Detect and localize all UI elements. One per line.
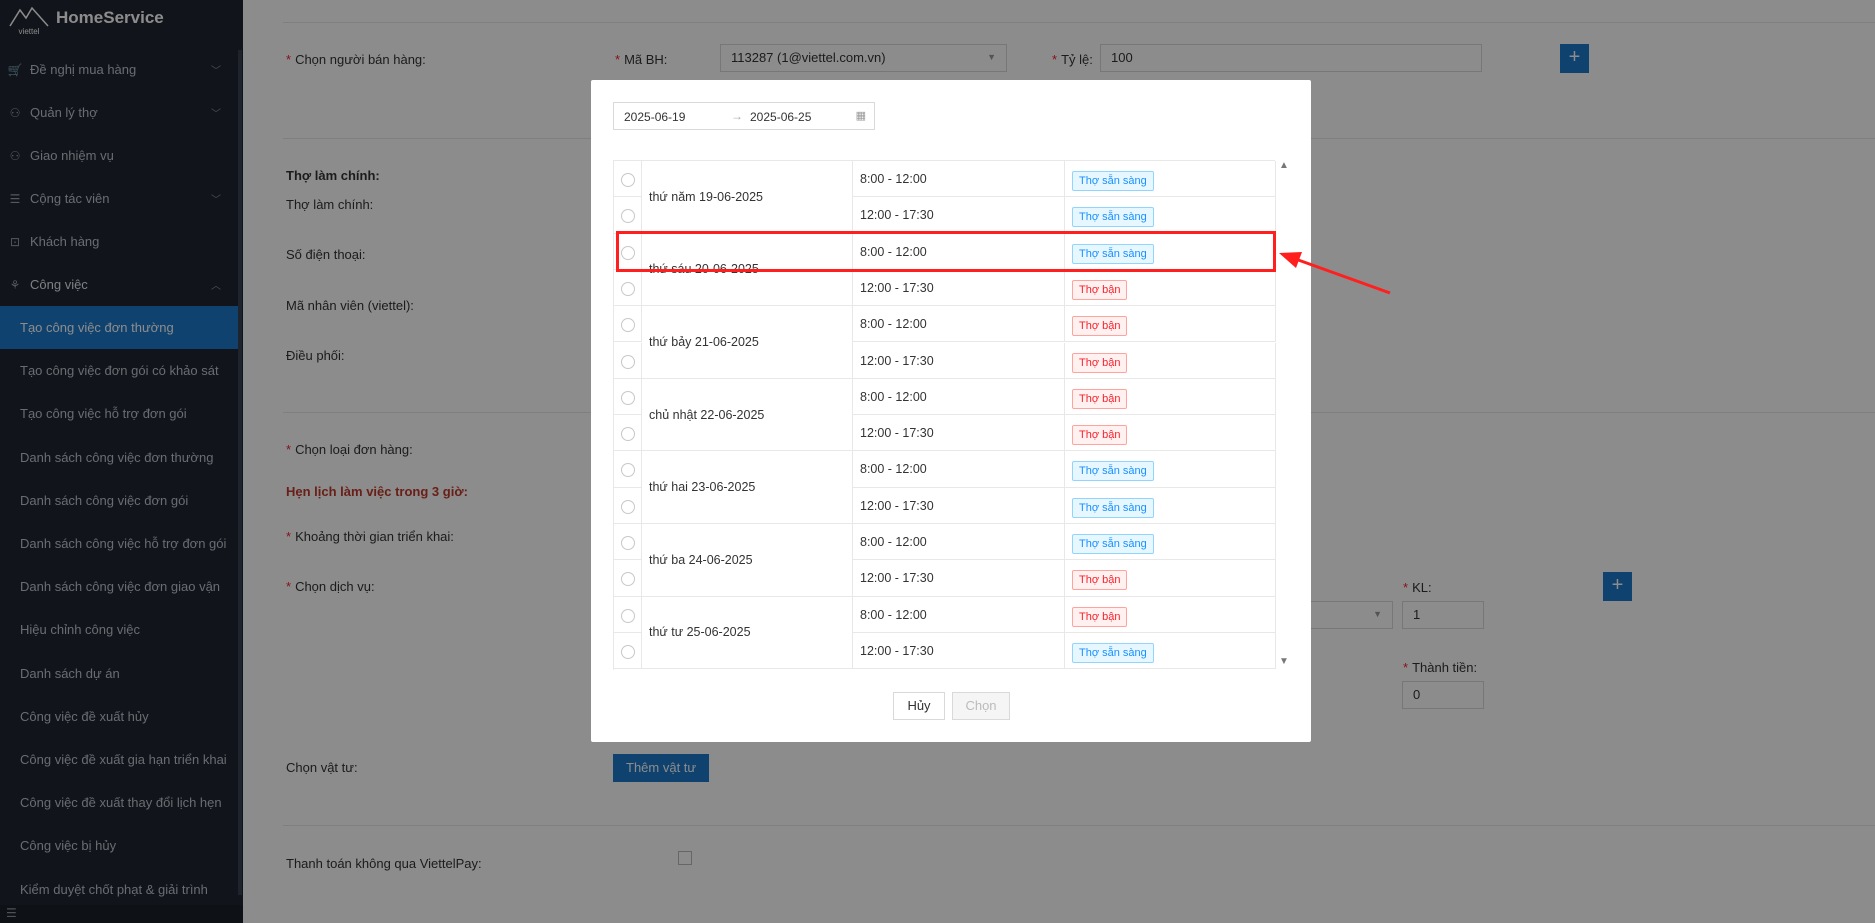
slot-radio[interactable]: [621, 281, 635, 296]
slot-status-cell: Thợ bận: [1065, 378, 1276, 416]
date-to[interactable]: 2025-06-25: [750, 110, 811, 124]
slot-radio[interactable]: [621, 390, 635, 405]
status-badge: Thợ sẵn sàng: [1072, 171, 1154, 191]
calendar-icon: ▦: [855, 110, 866, 122]
slot-radio[interactable]: [621, 209, 635, 224]
day-cell: thứ ba 24-06-2025: [642, 524, 853, 597]
status-badge: Thợ sẵn sàng: [1072, 461, 1154, 482]
slot-radio[interactable]: [621, 499, 635, 514]
status-badge: Thợ sẵn sàng: [1072, 534, 1154, 554]
date-separator: →: [731, 109, 743, 123]
choose-button[interactable]: Chọn: [952, 692, 1010, 720]
date-from[interactable]: 2025-06-19: [624, 110, 685, 124]
slot-status-cell: Thợ bận: [1065, 415, 1276, 452]
scroll-up-arrow-icon[interactable]: ▲: [1279, 160, 1289, 171]
slot-status-cell: Thợ sẵn sàng: [1065, 524, 1276, 561]
scroll-down-arrow-icon[interactable]: ▼: [1279, 656, 1289, 667]
slot-time: 12:00 - 17:30: [853, 269, 1065, 307]
slot-time: 12:00 - 17:30: [853, 197, 1065, 234]
slot-radio[interactable]: [621, 536, 635, 550]
slot-time: 8:00 - 12:00: [853, 306, 1065, 343]
slot-radio-cell: [614, 269, 642, 307]
slot-radio-cell: [614, 415, 642, 452]
slot-radio[interactable]: [621, 354, 635, 369]
slot-time: 8:00 - 12:00: [853, 161, 1065, 198]
slot-time: 12:00 - 17:30: [853, 487, 1065, 524]
slot-radio[interactable]: [621, 644, 635, 659]
slot-status-cell: Thợ sẵn sàng: [1065, 632, 1276, 670]
slot-radio-cell: [614, 197, 642, 234]
status-badge: Thợ bận: [1072, 279, 1128, 300]
date-range-picker[interactable]: 2025-06-19 → 2025-06-25 ▦: [613, 102, 875, 130]
slot-status-cell: Thợ sẵn sàng: [1065, 161, 1276, 198]
slot-radio-cell: [614, 451, 642, 488]
slot-radio-cell: [614, 632, 642, 670]
slot-time: 8:00 - 12:00: [853, 378, 1065, 416]
slot-status-cell: Thợ bận: [1065, 306, 1276, 343]
slot-time: 8:00 - 12:00: [853, 451, 1065, 488]
status-badge: Thợ sẵn sàng: [1072, 642, 1154, 663]
day-cell: thứ tư 25-06-2025: [642, 596, 853, 670]
slot-status-cell: Thợ sẵn sàng: [1065, 197, 1276, 234]
slot-radio[interactable]: [621, 463, 635, 478]
status-badge: Thợ bận: [1072, 606, 1128, 627]
slot-status-cell: Thợ bận: [1065, 596, 1276, 633]
status-badge: Thợ bận: [1072, 352, 1128, 373]
slot-time: 12:00 - 17:30: [853, 415, 1065, 452]
status-badge: Thợ bận: [1072, 425, 1128, 446]
slot-status-cell: Thợ sẵn sàng: [1065, 487, 1276, 524]
status-badge: Thợ bận: [1072, 316, 1128, 337]
slot-radio[interactable]: [621, 572, 635, 587]
status-badge: Thợ sẵn sàng: [1072, 497, 1154, 518]
slot-radio[interactable]: [621, 608, 635, 623]
slot-radio-cell: [614, 487, 642, 524]
slot-radio[interactable]: [621, 173, 635, 187]
slot-status-cell: Thợ sẵn sàng: [1065, 451, 1276, 488]
slot-time: 12:00 - 17:30: [853, 342, 1065, 379]
slot-radio-cell: [614, 342, 642, 379]
status-badge: Thợ bận: [1072, 570, 1128, 591]
slot-status-cell: Thợ bận: [1065, 342, 1276, 379]
slot-radio-cell: [614, 560, 642, 597]
slot-status-cell: Thợ bận: [1065, 269, 1276, 307]
annotation-highlight-box: [616, 231, 1276, 272]
slot-status-cell: Thợ bận: [1065, 560, 1276, 597]
status-badge: Thợ bận: [1072, 388, 1128, 409]
day-cell: thứ bảy 21-06-2025: [642, 306, 853, 379]
slot-radio-cell: [614, 378, 642, 416]
status-badge: Thợ sẵn sàng: [1072, 207, 1154, 228]
slot-radio[interactable]: [621, 318, 635, 333]
cancel-button[interactable]: Hủy: [893, 692, 945, 720]
slot-time: 8:00 - 12:00: [853, 596, 1065, 633]
slot-time: 8:00 - 12:00: [853, 524, 1065, 561]
slot-time: 12:00 - 17:30: [853, 560, 1065, 597]
slot-radio-cell: [614, 596, 642, 633]
day-cell: thứ hai 23-06-2025: [642, 451, 853, 524]
slot-radio[interactable]: [621, 427, 635, 442]
slot-radio-cell: [614, 524, 642, 561]
slot-radio-cell: [614, 306, 642, 343]
day-cell: thứ năm 19-06-2025: [642, 161, 853, 234]
slot-time: 12:00 - 17:30: [853, 632, 1065, 670]
schedule-modal: 2025-06-19 → 2025-06-25 ▦ thứ năm 19-06-…: [591, 80, 1311, 742]
day-cell: chủ nhật 22-06-2025: [642, 378, 853, 452]
slot-radio-cell: [614, 161, 642, 198]
